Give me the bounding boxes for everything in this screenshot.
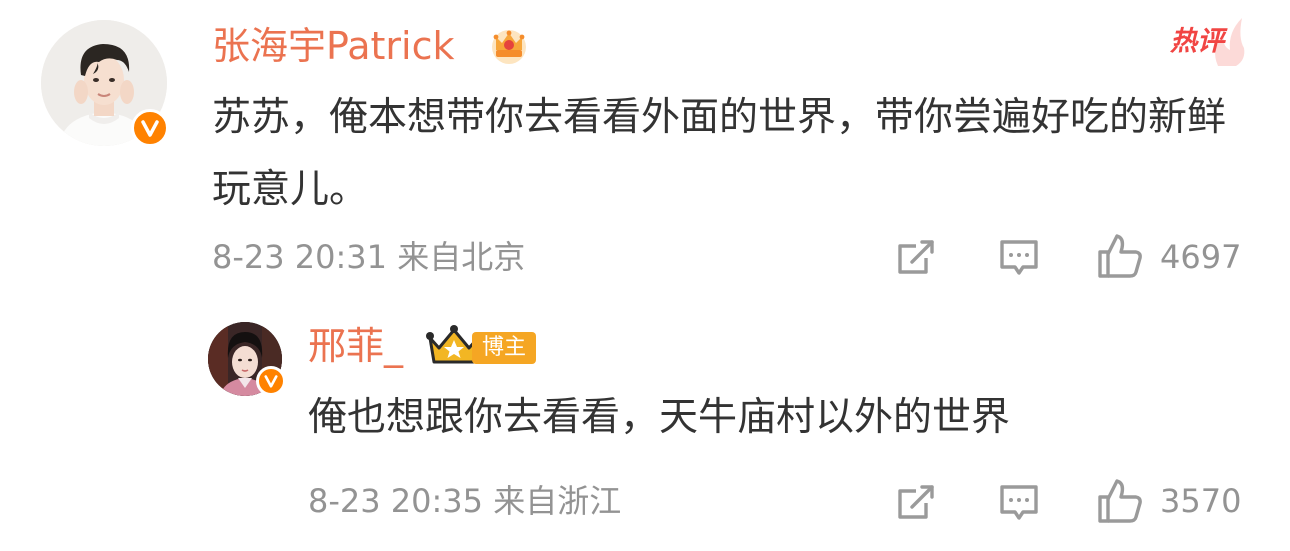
verified-badge-icon xyxy=(131,109,169,147)
like-icon[interactable] xyxy=(1096,232,1144,280)
comment-username[interactable]: 张海宇Patrick xyxy=(212,27,454,65)
reply-like-count: 3570 xyxy=(1160,482,1242,520)
comment-icon[interactable] xyxy=(997,236,1041,280)
reply-text: 俺也想跟你去看看，天牛庙村以外的世界 xyxy=(308,395,1011,440)
reply-meta: 8-23 20:35 来自浙江 xyxy=(308,485,621,517)
comment-text: 苏苏，俺本想带你去看看外面的世界，带你尝遍好吃的新鲜玩意儿。 xyxy=(212,95,1227,212)
reply-time: 8-23 20:35 xyxy=(308,482,484,520)
crown-vip-icon xyxy=(488,24,530,66)
hot-comment-label: 热评 xyxy=(1170,26,1224,57)
host-badge: 博主 xyxy=(472,332,537,364)
like-count: 4697 xyxy=(1160,238,1242,276)
weibo-comment-thread: 张海宇Patrick 热评 苏苏，俺本想带你去看看外面的世界，带你尝遍好吃的新鲜… xyxy=(0,0,1290,551)
reply-comment-icon[interactable] xyxy=(997,481,1041,525)
comment-time: 8-23 20:31 xyxy=(212,238,388,276)
reply-like-icon[interactable] xyxy=(1096,477,1144,525)
reply-share-icon[interactable] xyxy=(894,481,938,525)
comment-location: 来自北京 xyxy=(397,238,526,276)
reply-username[interactable]: 邢菲_ xyxy=(308,327,403,365)
share-icon[interactable] xyxy=(894,236,938,280)
reply-verified-badge-icon xyxy=(256,366,286,396)
reply-location: 来自浙江 xyxy=(493,482,622,520)
hot-comment-badge: 热评 xyxy=(1166,12,1246,68)
comment-meta: 8-23 20:31 来自北京 xyxy=(212,241,525,273)
